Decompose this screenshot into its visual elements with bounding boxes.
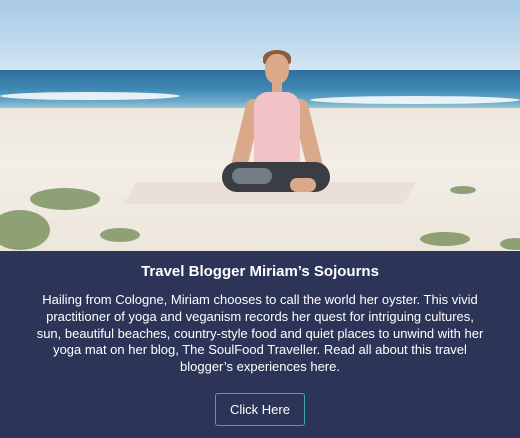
beach-shrub (30, 188, 100, 210)
blog-promo-card: Travel Blogger Miriam’s Sojourns Hailing… (0, 0, 520, 438)
beach-yoga-photo (0, 0, 520, 251)
person-legging-pattern (232, 168, 272, 184)
person-torso (254, 92, 300, 170)
wave (310, 96, 520, 104)
card-description: Hailing from Cologne, Miriam chooses to … (36, 292, 484, 375)
person-head (265, 54, 289, 84)
wave (0, 92, 180, 100)
click-here-button[interactable]: Click Here (215, 393, 305, 426)
beach-shrub (420, 232, 470, 246)
beach-shrub (450, 186, 476, 194)
person-foot (290, 178, 316, 192)
sky (0, 0, 520, 72)
beach-shrub (100, 228, 140, 242)
card-title: Travel Blogger Miriam’s Sojourns (141, 263, 379, 280)
